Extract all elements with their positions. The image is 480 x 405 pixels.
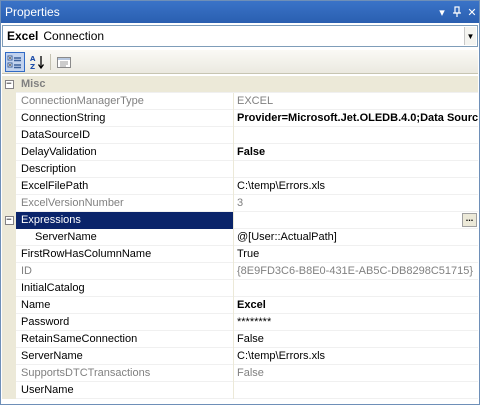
property-name: ConnectionString (16, 110, 234, 127)
property-row-initialcatalog[interactable]: InitialCatalog (2, 280, 478, 297)
toolbar-separator (50, 53, 51, 70)
property-name: FirstRowHasColumnName (16, 246, 234, 263)
property-value[interactable]: ******** (234, 314, 478, 331)
property-name: Description (16, 161, 234, 178)
property-row-excelfilepath[interactable]: ExcelFilePath C:\temp\Errors.xls (2, 178, 478, 195)
property-row-expression-servername[interactable]: ServerName @[User::ActualPath] (2, 229, 478, 246)
property-row-retainsameconnection[interactable]: RetainSameConnection False (2, 331, 478, 348)
property-row-datasourceid[interactable]: DataSourceID (2, 127, 478, 144)
collapse-icon[interactable]: − (4, 216, 14, 225)
property-name: Name (16, 297, 234, 314)
expression-editor-button[interactable]: ... (462, 213, 477, 227)
property-value: EXCEL (237, 95, 274, 107)
property-row-supportsdtctransactions[interactable]: SupportsDTCTransactions False (2, 365, 478, 382)
property-row-connectionstring[interactable]: ConnectionString Provider=Microsoft.Jet.… (2, 110, 478, 127)
property-value[interactable]: C:\temp\Errors.xls (234, 348, 478, 365)
property-row-name[interactable]: Name Excel (2, 297, 478, 314)
property-value[interactable]: @[User::ActualPath] (234, 229, 478, 246)
property-name: Password (16, 314, 234, 331)
window-position-dropdown-icon[interactable]: ▾ (435, 4, 449, 20)
properties-toolbar: A Z (2, 50, 478, 74)
property-row-servername[interactable]: ServerName C:\temp\Errors.xls (2, 348, 478, 365)
property-row-expressions[interactable]: − Expressions ... (2, 212, 478, 229)
property-row-password[interactable]: Password ******** (2, 314, 478, 331)
property-value: 3 (237, 197, 244, 209)
property-value[interactable]: Excel (234, 297, 478, 314)
auto-hide-pin-icon[interactable] (450, 4, 464, 20)
property-row-id[interactable]: ID {8E9FD3C6-B8E0-431E-AB5C-DB8298C51715… (2, 263, 478, 280)
property-name: ServerName (16, 348, 234, 365)
svg-text:Z: Z (30, 63, 35, 70)
property-row-delayvalidation[interactable]: DelayValidation False (2, 144, 478, 161)
object-type: Connection (43, 29, 105, 43)
categorized-icon (7, 55, 21, 68)
object-selector-dropdown[interactable]: Excel Connection ▼ (2, 25, 478, 47)
property-row-firstrowhascolumnname[interactable]: FirstRowHasColumnName True (2, 246, 478, 263)
property-name: InitialCatalog (16, 280, 234, 297)
title-bar[interactable]: Properties ▾ ✕ (1, 1, 479, 23)
property-value[interactable]: ... (234, 212, 478, 229)
object-name: Excel (7, 29, 39, 43)
collapse-icon[interactable]: − (4, 80, 14, 89)
category-label: Misc (16, 76, 478, 92)
category-misc[interactable]: − Misc (2, 76, 478, 93)
property-row-username[interactable]: UserName (2, 382, 478, 399)
property-value[interactable]: False (234, 331, 478, 348)
property-pages-button[interactable] (54, 52, 74, 72)
property-pages-icon (57, 56, 71, 68)
categorized-button[interactable] (5, 51, 25, 72)
chevron-down-icon[interactable]: ▼ (464, 27, 476, 45)
close-icon[interactable]: ✕ (465, 4, 479, 20)
property-name: ServerName (16, 229, 234, 246)
property-row-description[interactable]: Description (2, 161, 478, 178)
window-title: Properties (5, 5, 60, 19)
property-name: UserName (16, 382, 234, 399)
alphabetical-button[interactable]: A Z (27, 52, 47, 72)
property-value[interactable]: True (234, 246, 478, 263)
property-value[interactable] (234, 127, 478, 144)
property-grid: − Misc ConnectionManagerType EXCEL Conne… (2, 76, 478, 404)
property-row-connectionmanagertype[interactable]: ConnectionManagerType EXCEL (2, 93, 478, 110)
property-value: {8E9FD3C6-B8E0-431E-AB5C-DB8298C51715} (237, 265, 474, 277)
property-value[interactable]: C:\temp\Errors.xls (234, 178, 478, 195)
properties-window: Properties ▾ ✕ Excel Connection ▼ A Z − … (0, 0, 480, 405)
property-name: ConnectionManagerType (16, 93, 234, 110)
property-name: ID (16, 263, 234, 280)
property-name: ExcelVersionNumber (16, 195, 234, 212)
property-value[interactable]: False (234, 144, 478, 161)
property-name: RetainSameConnection (16, 331, 234, 348)
property-name: ExcelFilePath (16, 178, 234, 195)
sort-alphabetical-icon: A Z (30, 55, 45, 70)
property-row-excelversionnumber[interactable]: ExcelVersionNumber 3 (2, 195, 478, 212)
property-name: DataSourceID (16, 127, 234, 144)
property-value[interactable] (234, 280, 478, 297)
pin-icon (453, 6, 461, 17)
property-name: SupportsDTCTransactions (16, 365, 234, 382)
property-value: False (237, 367, 264, 379)
property-name: DelayValidation (16, 144, 234, 161)
svg-text:A: A (30, 55, 36, 63)
property-value[interactable] (234, 382, 478, 399)
property-value[interactable]: Provider=Microsoft.Jet.OLEDB.4.0;Data So… (234, 110, 478, 127)
property-value[interactable] (234, 161, 478, 178)
property-name: Expressions (16, 212, 234, 229)
category-gutter: − (2, 76, 16, 93)
